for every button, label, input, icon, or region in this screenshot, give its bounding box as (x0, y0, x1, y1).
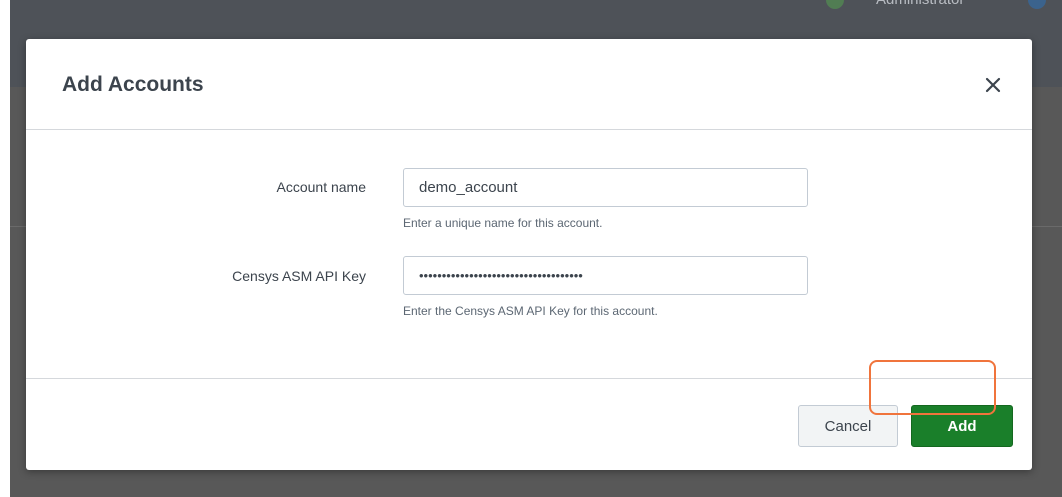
dialog-title: Add Accounts (62, 73, 204, 96)
dialog-header: Add Accounts (26, 39, 1032, 130)
background-user-label: Administrator (876, 0, 964, 8)
account-name-label: Account name (276, 179, 367, 195)
close-button[interactable] (981, 73, 1005, 97)
add-accounts-dialog: Add Accounts Account name Enter a unique… (26, 39, 1032, 470)
add-button[interactable]: Add (911, 405, 1013, 447)
account-name-help: Enter a unique name for this account. (403, 216, 603, 230)
api-key-label: Censys ASM API Key (232, 268, 366, 284)
screen: Administrator Add Accounts Account name … (0, 0, 1062, 497)
dialog-footer: Cancel Add (26, 378, 1032, 470)
api-key-help: Enter the Censys ASM API Key for this ac… (403, 304, 658, 318)
cancel-button[interactable]: Cancel (798, 405, 898, 447)
api-key-input[interactable] (403, 256, 808, 295)
account-name-input[interactable] (403, 168, 808, 207)
close-icon (985, 77, 1001, 93)
